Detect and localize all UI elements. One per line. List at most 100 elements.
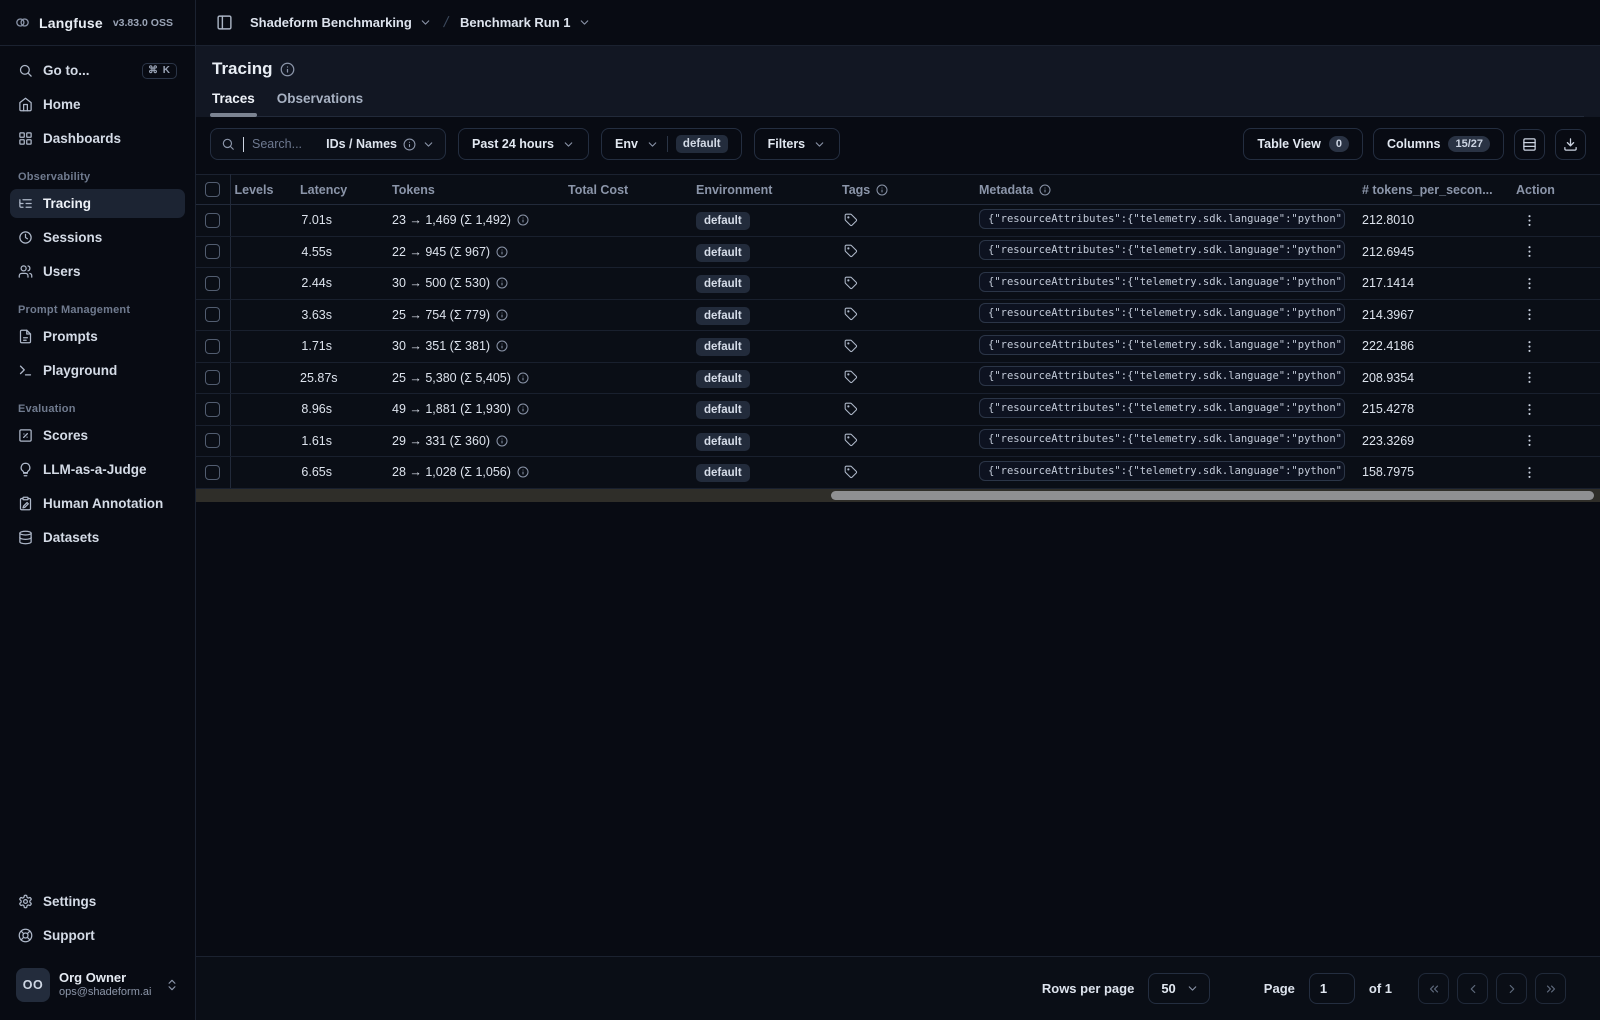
time-range-dropdown[interactable]: Past 24 hours bbox=[458, 128, 589, 160]
sidebar-item-dashboards[interactable]: Dashboards bbox=[10, 124, 185, 153]
metadata-json-preview[interactable]: {"resourceAttributes":{"telemetry.sdk.la… bbox=[979, 429, 1345, 450]
metadata-json-preview[interactable]: {"resourceAttributes":{"telemetry.sdk.la… bbox=[979, 240, 1345, 261]
goto-search-button[interactable]: Go to... ⌘ K bbox=[10, 56, 185, 85]
tab-observations[interactable]: Observations bbox=[277, 91, 363, 116]
tag-button[interactable] bbox=[842, 337, 860, 355]
sidebar-item-human-annotation[interactable]: Human Annotation bbox=[10, 489, 185, 518]
metadata-json-preview[interactable]: {"resourceAttributes":{"telemetry.sdk.la… bbox=[979, 460, 1345, 481]
search-input[interactable]: Search... IDs / Names bbox=[210, 128, 446, 160]
table-row[interactable]: 7.01s 23 → 1,469 (Σ 1,492) default {"res… bbox=[196, 204, 1600, 237]
sidebar-item-home[interactable]: Home bbox=[10, 90, 185, 119]
row-checkbox[interactable] bbox=[205, 464, 221, 480]
cell-levels bbox=[230, 456, 296, 489]
column-header-total-cost[interactable]: Total Cost bbox=[564, 174, 692, 205]
breadcrumb-org[interactable]: Shadeform Benchmarking bbox=[248, 11, 434, 34]
tag-button[interactable] bbox=[842, 242, 860, 260]
tag-button[interactable] bbox=[842, 400, 860, 418]
tag-button[interactable] bbox=[842, 274, 860, 292]
sidebar-item-settings[interactable]: Settings bbox=[10, 887, 185, 916]
metadata-json-preview[interactable]: {"resourceAttributes":{"telemetry.sdk.la… bbox=[979, 397, 1345, 418]
tokens-value: 49 → 1,881 (Σ 1,930) bbox=[392, 402, 511, 417]
row-actions-menu-button[interactable] bbox=[1516, 273, 1543, 294]
filters-dropdown[interactable]: Filters bbox=[753, 128, 841, 160]
row-checkbox[interactable] bbox=[205, 244, 221, 260]
first-page-button[interactable] bbox=[1418, 973, 1449, 1004]
sidebar-item-sessions[interactable]: Sessions bbox=[10, 223, 185, 252]
metadata-json-preview[interactable]: {"resourceAttributes":{"telemetry.sdk.la… bbox=[979, 334, 1345, 355]
row-checkbox[interactable] bbox=[205, 275, 221, 291]
column-header-metadata[interactable]: Metadata bbox=[975, 174, 1358, 205]
row-actions-menu-button[interactable] bbox=[1516, 304, 1543, 325]
environment-badge: default bbox=[696, 275, 750, 294]
tag-icon bbox=[844, 433, 858, 447]
gear-icon bbox=[18, 894, 33, 909]
row-checkbox[interactable] bbox=[205, 433, 221, 449]
org-user-menu[interactable]: OO Org Owner ops@shadeform.ai bbox=[10, 962, 185, 1008]
sidebar-item-users[interactable]: Users bbox=[10, 257, 185, 286]
tag-button[interactable] bbox=[842, 305, 860, 323]
tab-traces[interactable]: Traces bbox=[210, 91, 257, 117]
row-checkbox[interactable] bbox=[205, 401, 221, 417]
row-actions-menu-button[interactable] bbox=[1516, 367, 1543, 388]
sidebar-item-support[interactable]: Support bbox=[10, 921, 185, 950]
row-actions-menu-button[interactable] bbox=[1516, 399, 1543, 420]
next-page-button[interactable] bbox=[1496, 973, 1527, 1004]
table-row[interactable]: 8.96s 49 → 1,881 (Σ 1,930) default {"res… bbox=[196, 393, 1600, 426]
sidebar-item-scores[interactable]: Scores bbox=[10, 421, 185, 450]
metadata-json-preview[interactable]: {"resourceAttributes":{"telemetry.sdk.la… bbox=[979, 366, 1345, 387]
row-actions-menu-button[interactable] bbox=[1516, 462, 1543, 483]
table-row[interactable]: 1.61s 29 → 331 (Σ 360) default {"resourc… bbox=[196, 425, 1600, 457]
tag-button[interactable] bbox=[842, 211, 860, 229]
row-checkbox[interactable] bbox=[205, 338, 221, 354]
columns-button[interactable]: Columns 15/27 bbox=[1372, 128, 1504, 160]
metadata-json-preview[interactable]: {"resourceAttributes":{"telemetry.sdk.la… bbox=[979, 303, 1345, 324]
metadata-json-preview[interactable]: {"resourceAttributes":{"telemetry.sdk.la… bbox=[979, 271, 1345, 292]
sidebar-toggle-button[interactable] bbox=[210, 9, 238, 37]
table-row[interactable]: 3.63s 25 → 754 (Σ 779) default {"resourc… bbox=[196, 299, 1600, 331]
sidebar-item-datasets[interactable]: Datasets bbox=[10, 523, 185, 552]
tag-button[interactable] bbox=[842, 431, 860, 449]
table-row[interactable]: 2.44s 30 → 500 (Σ 530) default {"resourc… bbox=[196, 267, 1600, 300]
column-header-latency[interactable]: Latency bbox=[296, 174, 388, 205]
previous-page-button[interactable] bbox=[1457, 973, 1488, 1004]
scrollbar-thumb[interactable] bbox=[830, 490, 1595, 500]
table-row[interactable]: 4.55s 22 → 945 (Σ 967) default {"resourc… bbox=[196, 236, 1600, 268]
export-button[interactable] bbox=[1555, 128, 1586, 160]
cell-tags bbox=[838, 425, 975, 457]
sidebar-item-llm-as-a-judge[interactable]: LLM-as-a-Judge bbox=[10, 455, 185, 484]
row-checkbox[interactable] bbox=[205, 370, 221, 386]
column-header-environment[interactable]: Environment bbox=[692, 174, 838, 205]
sidebar-item-playground[interactable]: Playground bbox=[10, 356, 185, 385]
row-actions-menu-button[interactable] bbox=[1516, 210, 1543, 231]
row-checkbox[interactable] bbox=[205, 307, 221, 323]
search-scope-selector[interactable]: IDs / Names bbox=[326, 137, 435, 151]
sidebar-item-tracing[interactable]: Tracing bbox=[10, 189, 185, 218]
page-label: Page bbox=[1263, 981, 1295, 996]
column-header-levels[interactable]: Levels bbox=[230, 174, 296, 205]
tag-button[interactable] bbox=[842, 368, 860, 386]
row-actions-menu-button[interactable] bbox=[1516, 241, 1543, 262]
sidebar-item-prompts[interactable]: Prompts bbox=[10, 322, 185, 351]
table-row[interactable]: 6.65s 28 → 1,028 (Σ 1,056) default {"res… bbox=[196, 456, 1600, 489]
column-header-tags[interactable]: Tags bbox=[838, 174, 975, 205]
table-view-button[interactable]: Table View 0 bbox=[1243, 128, 1363, 160]
last-page-button[interactable] bbox=[1535, 973, 1566, 1004]
metadata-json-preview[interactable]: {"resourceAttributes":{"telemetry.sdk.la… bbox=[979, 208, 1345, 229]
page-number-input[interactable] bbox=[1308, 973, 1355, 1004]
row-checkbox[interactable] bbox=[205, 212, 221, 228]
tag-button[interactable] bbox=[842, 463, 860, 481]
horizontal-scrollbar[interactable] bbox=[196, 488, 1600, 502]
row-height-button[interactable] bbox=[1514, 128, 1545, 160]
table-row[interactable]: 25.87s 25 → 5,380 (Σ 5,405) default {"re… bbox=[196, 362, 1600, 394]
cell-metadata: {"resourceAttributes":{"telemetry.sdk.la… bbox=[975, 267, 1358, 300]
breadcrumb-project[interactable]: Benchmark Run 1 bbox=[458, 11, 593, 34]
row-actions-menu-button[interactable] bbox=[1516, 336, 1543, 357]
column-header-tokens[interactable]: Tokens bbox=[388, 174, 564, 205]
row-actions-menu-button[interactable] bbox=[1516, 430, 1543, 451]
cell-tokens: 23 → 1,469 (Σ 1,492) bbox=[388, 204, 564, 237]
rows-per-page-select[interactable]: 50 bbox=[1148, 973, 1210, 1004]
column-header-tokens-per-second[interactable]: # tokens_per_secon... bbox=[1358, 174, 1512, 205]
select-all-checkbox[interactable] bbox=[205, 182, 221, 198]
table-row[interactable]: 1.71s 30 → 351 (Σ 381) default {"resourc… bbox=[196, 330, 1600, 363]
env-filter-dropdown[interactable]: Env default bbox=[600, 128, 742, 160]
